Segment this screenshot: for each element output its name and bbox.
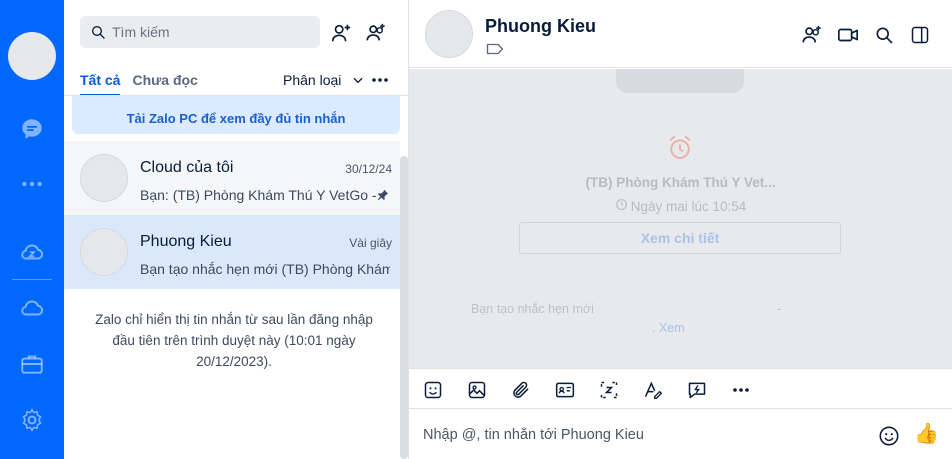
search-input[interactable] bbox=[112, 24, 312, 40]
date-separator bbox=[616, 69, 744, 93]
image-button[interactable] bbox=[466, 379, 488, 401]
tab-all[interactable]: Tất cả bbox=[80, 72, 121, 96]
conversation-list-panel: Tất cả Chưa đọc Phân loại Tải Zalo PC để… bbox=[64, 0, 409, 459]
reminder-time-row: Ngày mai lúc 10:54 bbox=[509, 198, 852, 214]
avatar bbox=[80, 228, 128, 276]
search-box[interactable] bbox=[80, 16, 320, 48]
alarm-clock-icon bbox=[666, 134, 694, 167]
chat-header: Phuong Kieu bbox=[409, 0, 952, 68]
conversation-time: Vài giây bbox=[349, 236, 392, 250]
user-avatar[interactable] bbox=[8, 32, 56, 80]
attachment-button[interactable] bbox=[510, 379, 532, 401]
search-icon bbox=[90, 24, 106, 40]
contact-avatar[interactable] bbox=[425, 10, 473, 58]
toggle-info-panel-button[interactable] bbox=[909, 24, 931, 46]
screenshot-button[interactable] bbox=[598, 379, 620, 401]
system-message-separator: - bbox=[777, 302, 782, 316]
scrollbar-thumb[interactable] bbox=[400, 156, 408, 459]
chat-panel: Phuong Kieu (TB) Phòng Khám Thú Y Vet... bbox=[409, 0, 952, 459]
filter-tabs: Tất cả Chưa đọc bbox=[80, 72, 198, 96]
avatar bbox=[80, 154, 128, 202]
zcloud-icon[interactable] bbox=[18, 238, 46, 266]
emoji-icon[interactable] bbox=[878, 425, 900, 447]
more-dots-icon[interactable] bbox=[18, 170, 46, 198]
chat-icon[interactable] bbox=[18, 115, 46, 143]
classify-label: Phân loại bbox=[283, 72, 342, 88]
tab-unread[interactable]: Chưa đọc bbox=[132, 72, 197, 96]
message-area[interactable]: (TB) Phòng Khám Thú Y Vet... Ngày mai lú… bbox=[409, 69, 952, 368]
text-format-button[interactable] bbox=[642, 379, 664, 401]
download-pc-banner[interactable]: Tải Zalo PC để xem đầy đủ tin nhắn bbox=[72, 96, 400, 134]
cloud-icon[interactable] bbox=[18, 294, 46, 322]
more-options-icon[interactable] bbox=[370, 72, 390, 88]
message-input[interactable] bbox=[423, 423, 863, 447]
video-call-button[interactable] bbox=[837, 24, 859, 46]
briefcase-icon[interactable] bbox=[18, 350, 46, 378]
classify-dropdown[interactable]: Phân loại bbox=[283, 72, 365, 88]
left-rail bbox=[0, 0, 64, 459]
contact-card-button[interactable] bbox=[554, 379, 576, 401]
reminder-card[interactable]: (TB) Phòng Khám Thú Y Vet... Ngày mai lú… bbox=[509, 123, 852, 263]
system-message: Bạn tạo nhắc hẹn mới bbox=[471, 302, 594, 316]
conversation-name: Phuong Kieu bbox=[140, 233, 232, 250]
contact-name[interactable]: Phuong Kieu bbox=[485, 16, 596, 37]
conversation-preview: Bạn: (TB) Phòng Khám Thú Y VetGo - bbox=[140, 187, 377, 203]
message-composer: 👍 bbox=[409, 409, 952, 459]
conversation-item[interactable]: Cloud của tôi 30/12/24 Bạn: (TB) Phòng K… bbox=[64, 141, 400, 215]
conversation-item-active[interactable]: Phuong Kieu Vài giây Bạn tạo nhắc hẹn mớ… bbox=[64, 215, 400, 289]
more-tools-icon[interactable] bbox=[730, 379, 752, 401]
conversation-preview: Bạn tạo nhắc hẹn mới (TB) Phòng Khám bbox=[140, 261, 390, 277]
settings-icon[interactable] bbox=[18, 406, 46, 434]
search-message-button[interactable] bbox=[873, 24, 895, 46]
rail-divider bbox=[12, 279, 52, 280]
clock-icon bbox=[615, 198, 628, 214]
add-friend-button[interactable] bbox=[328, 20, 354, 46]
pin-icon bbox=[376, 188, 390, 207]
create-group-button[interactable] bbox=[363, 20, 389, 46]
reminder-title: (TB) Phòng Khám Thú Y Vet... bbox=[585, 175, 776, 190]
history-notice: Zalo chỉ hiển thị tin nhắn từ sau lần đă… bbox=[95, 312, 373, 369]
view-detail-button[interactable]: Xem chi tiết bbox=[519, 222, 841, 254]
sticker-button[interactable] bbox=[422, 379, 444, 401]
quick-message-button[interactable] bbox=[686, 379, 708, 401]
composer-toolbar bbox=[409, 368, 952, 409]
add-to-group-button[interactable] bbox=[801, 24, 823, 46]
like-icon[interactable]: 👍 bbox=[914, 422, 939, 446]
reminder-time: Ngày mai lúc 10:54 bbox=[630, 198, 747, 214]
system-message-view-link[interactable]: . Xem bbox=[652, 321, 685, 335]
tag-icon[interactable] bbox=[486, 42, 504, 61]
conversation-time: 30/12/24 bbox=[345, 162, 392, 176]
chevron-down-icon bbox=[351, 73, 365, 87]
conversation-name: Cloud của tôi bbox=[140, 159, 234, 176]
